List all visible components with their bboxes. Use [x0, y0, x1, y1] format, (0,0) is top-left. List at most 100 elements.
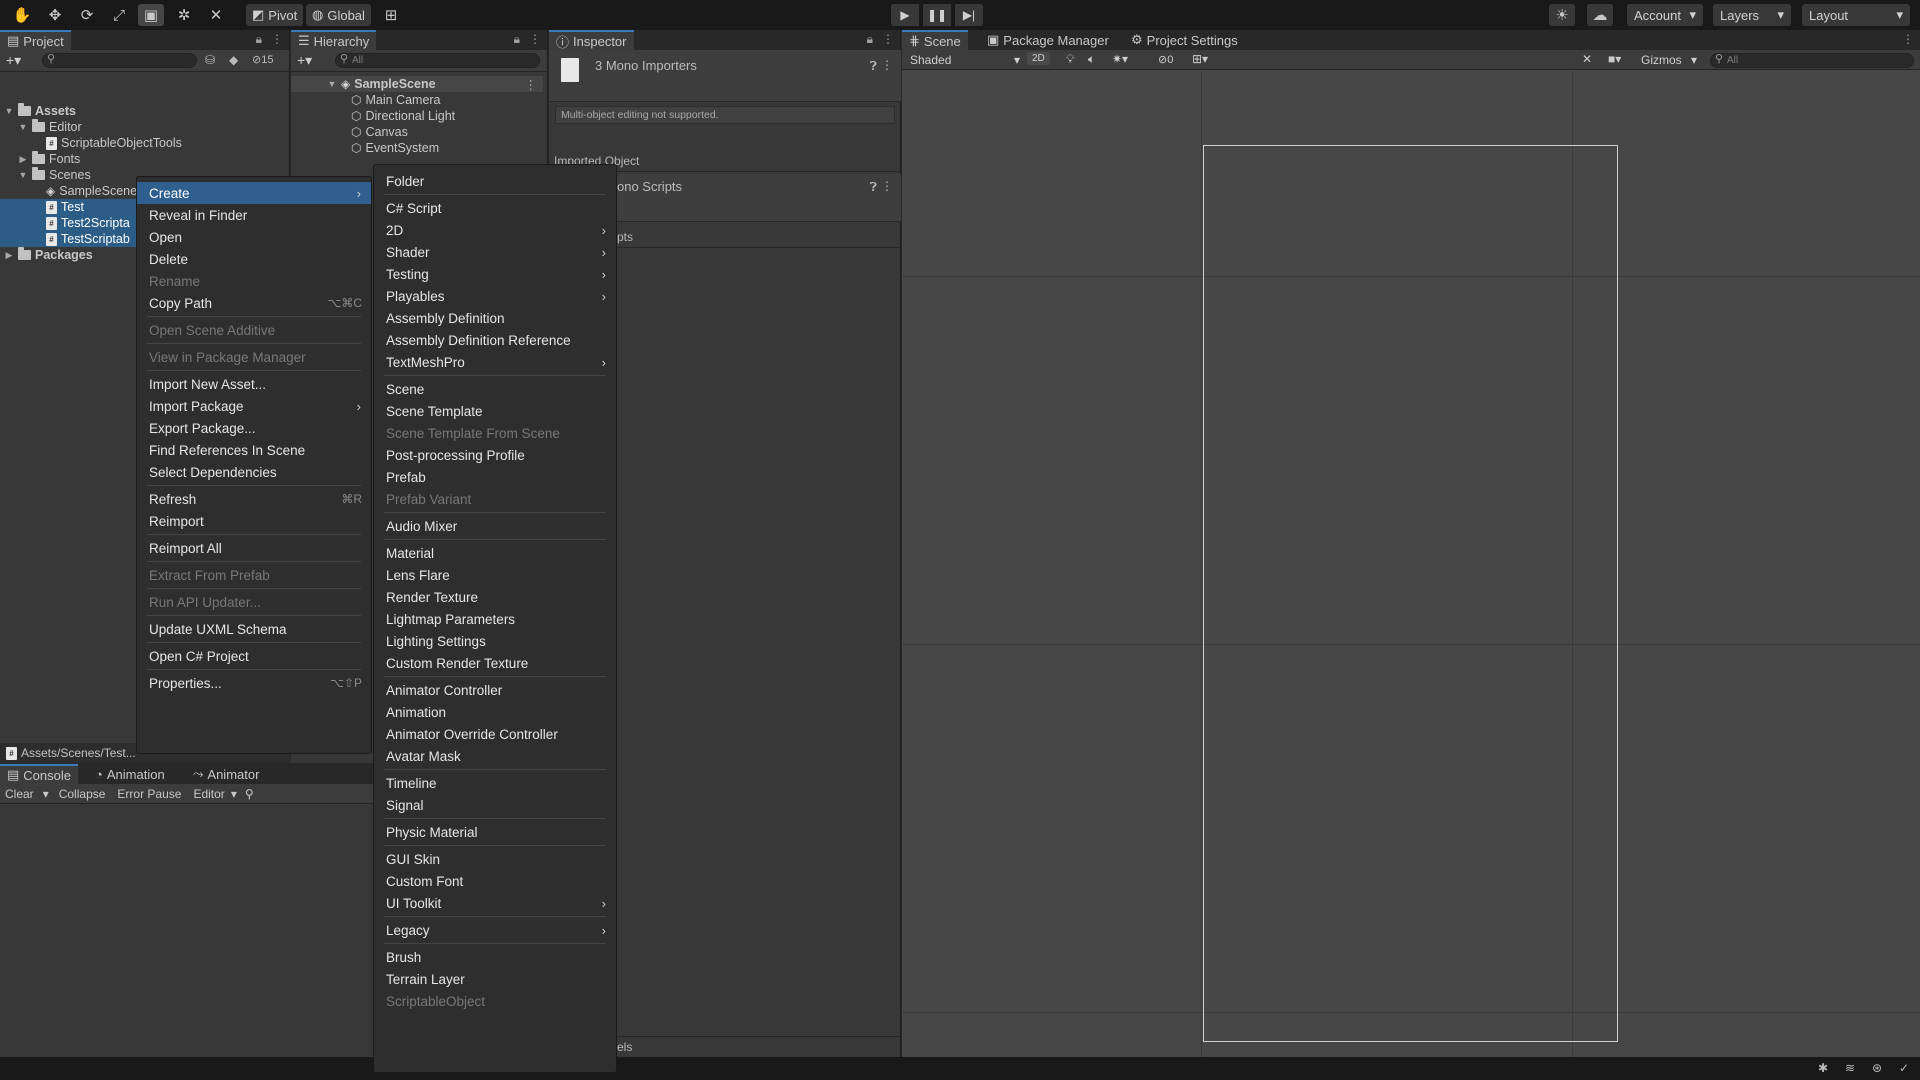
mode-2d-toggle[interactable]: 2D — [1027, 52, 1050, 65]
menu-item-open-c-project[interactable]: Open C# Project — [137, 645, 371, 667]
create-item-material[interactable]: Material — [374, 542, 616, 564]
hierarchy-search-input[interactable]: All — [335, 53, 540, 68]
custom-tool-icon[interactable]: ✕ — [203, 4, 229, 26]
tab-console[interactable]: ▤ Console — [0, 764, 78, 784]
menu-item-update-uxml-schema[interactable]: Update UXML Schema — [137, 618, 371, 640]
hierarchy-item-directional-light[interactable]: ⬡ Directional Light — [291, 108, 543, 124]
create-item-folder[interactable]: Folder — [374, 170, 616, 192]
kebab-menu-icon[interactable]: ⋮ — [882, 32, 894, 47]
tab-package-manager[interactable]: ▣ Package Manager — [980, 30, 1116, 50]
tab-scene[interactable]: ⋕ Scene — [902, 30, 968, 50]
account-dropdown[interactable]: Account ▾ — [1627, 4, 1703, 26]
help-icon[interactable]: ❓︎ — [870, 180, 877, 195]
shading-mode-dropdown[interactable]: Shaded ▾ — [906, 51, 1024, 68]
menu-item-copy-path[interactable]: Copy Path ⌥⌘C — [137, 292, 371, 314]
editor-dropdown[interactable]: Editor — [187, 787, 226, 801]
expand-arrow-icon[interactable]: ▶ — [4, 250, 14, 261]
scale-tool-icon[interactable]: ⤢ — [106, 4, 132, 26]
scene-viewport[interactable] — [902, 71, 1920, 1057]
move-tool-icon[interactable]: ✥ — [42, 4, 68, 26]
menu-item-import-new-asset[interactable]: Import New Asset... — [137, 373, 371, 395]
error-pause-button[interactable]: Error Pause — [111, 787, 187, 801]
create-item-prefab[interactable]: Prefab — [374, 466, 616, 488]
tree-item-scriptableobjecttools[interactable]: # ScriptableObjectTools — [0, 135, 285, 151]
bug-icon[interactable]: ✱ — [1818, 1061, 1828, 1075]
create-item-playables[interactable]: Playables › — [374, 285, 616, 307]
create-item-testing[interactable]: Testing › — [374, 263, 616, 285]
camera-icon[interactable]: ■▾ — [1608, 52, 1621, 66]
create-item-lighting-settings[interactable]: Lighting Settings — [374, 630, 616, 652]
gizmos-dropdown[interactable]: Gizmos ▾ — [1638, 51, 1700, 68]
create-item-c-script[interactable]: C# Script — [374, 197, 616, 219]
rotate-tool-icon[interactable]: ⟳ — [74, 4, 100, 26]
create-item-physic-material[interactable]: Physic Material — [374, 821, 616, 843]
check-circle-icon[interactable]: ✓ — [1899, 1061, 1909, 1075]
create-item-post-processing-profile[interactable]: Post-processing Profile — [374, 444, 616, 466]
grid-snap-icon[interactable]: ⊞ — [378, 4, 404, 26]
layers-icon[interactable]: ≋ — [1845, 1061, 1855, 1075]
kebab-menu-icon[interactable]: ⋮ — [881, 58, 893, 72]
hidden-objects-count[interactable]: ⊘0 — [1158, 53, 1173, 66]
create-item-lens-flare[interactable]: Lens Flare — [374, 564, 616, 586]
help-icon[interactable]: ❓︎ — [870, 59, 877, 74]
expand-arrow-icon[interactable]: ▶ — [18, 154, 28, 165]
create-item-render-texture[interactable]: Render Texture — [374, 586, 616, 608]
audio-icon[interactable]: 🔈︎ — [1088, 52, 1095, 67]
create-item-animator-override-controller[interactable]: Animator Override Controller — [374, 723, 616, 745]
lock-icon[interactable]: 🔒︎ — [514, 32, 520, 47]
create-item-custom-font[interactable]: Custom Font — [374, 870, 616, 892]
collab-sun-icon[interactable]: ☀ — [1549, 4, 1575, 26]
clear-button[interactable]: Clear — [0, 787, 39, 801]
tab-hierarchy[interactable]: ☰ Hierarchy — [291, 30, 377, 50]
filter-type-icon[interactable]: ⛁ — [205, 53, 215, 67]
add-icon[interactable]: +▾ — [6, 52, 21, 69]
menu-item-reimport-all[interactable]: Reimport All — [137, 537, 371, 559]
create-item-signal[interactable]: Signal — [374, 794, 616, 816]
create-item-scene-template[interactable]: Scene Template — [374, 400, 616, 422]
play-button[interactable]: ▶ — [891, 4, 919, 26]
layers-dropdown[interactable]: Layers ▾ — [1713, 4, 1791, 26]
search-icon[interactable]: ⚲ — [241, 787, 258, 801]
expand-arrow-icon[interactable]: ▼ — [18, 122, 28, 132]
hierarchy-item-canvas[interactable]: ⬡ Canvas — [291, 124, 543, 140]
filter-label-icon[interactable]: ◆ — [229, 53, 238, 67]
rect-tool-icon[interactable]: ▣ — [138, 4, 164, 26]
scene-root-row[interactable]: ▼ ◈ SampleScene ⋮ — [291, 76, 543, 92]
menu-item-find-references-in-scene[interactable]: Find References In Scene — [137, 439, 371, 461]
create-item-timeline[interactable]: Timeline — [374, 772, 616, 794]
kebab-menu-icon[interactable]: ⋮ — [881, 179, 893, 193]
expand-arrow-icon[interactable]: ▼ — [18, 170, 28, 180]
step-button[interactable]: ▶| — [955, 4, 983, 26]
tab-animator[interactable]: ⤳ Animator — [186, 764, 266, 784]
menu-item-create[interactable]: Create › — [137, 182, 371, 204]
lock-icon[interactable]: 🔒︎ — [867, 32, 873, 47]
menu-item-import-package[interactable]: Import Package › — [137, 395, 371, 417]
create-item-scene[interactable]: Scene — [374, 378, 616, 400]
menu-item-reveal-in-finder[interactable]: Reveal in Finder — [137, 204, 371, 226]
add-icon[interactable]: +▾ — [297, 52, 312, 69]
menu-item-delete[interactable]: Delete — [137, 248, 371, 270]
tab-project[interactable]: ▤ Project — [0, 30, 71, 50]
pause-button[interactable]: ❚❚ — [923, 4, 951, 26]
kebab-menu-icon[interactable]: ⋮ — [529, 32, 541, 47]
create-item-lightmap-parameters[interactable]: Lightmap Parameters — [374, 608, 616, 630]
layout-dropdown[interactable]: Layout ▾ — [1802, 4, 1910, 26]
menu-item-export-package[interactable]: Export Package... — [137, 417, 371, 439]
kebab-menu-icon[interactable]: ⋮ — [525, 77, 538, 92]
menu-item-reimport[interactable]: Reimport — [137, 510, 371, 532]
hidden-count[interactable]: ⊘15 — [252, 53, 273, 66]
grid-toggle-icon[interactable]: ⊞▾ — [1192, 52, 1208, 66]
create-item-shader[interactable]: Shader › — [374, 241, 616, 263]
hierarchy-item-main-camera[interactable]: ⬡ Main Camera — [291, 92, 543, 108]
scene-search-input[interactable]: All — [1710, 53, 1914, 68]
kebab-menu-icon[interactable]: ⋮ — [271, 32, 283, 47]
create-item-custom-render-texture[interactable]: Custom Render Texture — [374, 652, 616, 674]
create-item-assembly-definition-reference[interactable]: Assembly Definition Reference — [374, 329, 616, 351]
create-item-ui-toolkit[interactable]: UI Toolkit › — [374, 892, 616, 914]
lock-icon[interactable]: 🔒︎ — [256, 32, 262, 47]
create-item-audio-mixer[interactable]: Audio Mixer — [374, 515, 616, 537]
tab-animation[interactable]: ◔ Animation — [88, 764, 172, 784]
collapse-button[interactable]: Collapse — [53, 787, 112, 801]
tree-item-editor[interactable]: ▼ Editor — [0, 119, 285, 135]
transform-tool-icon[interactable]: ✲ — [171, 4, 197, 26]
